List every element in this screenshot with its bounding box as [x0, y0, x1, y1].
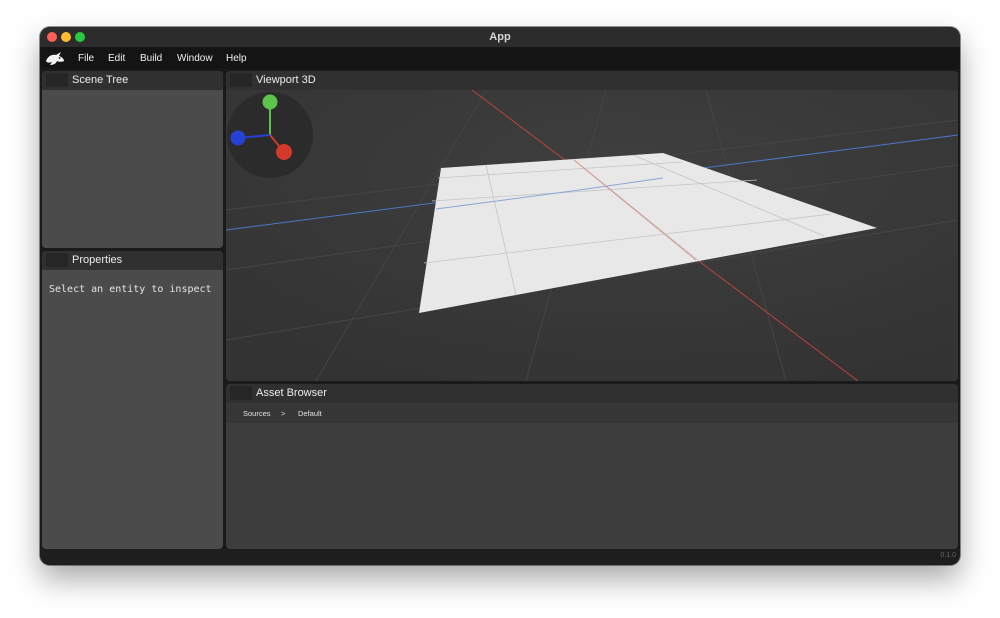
scene-tree-header[interactable]: Scene Tree	[42, 71, 223, 90]
menu-file[interactable]: File	[78, 53, 94, 64]
properties-title: Properties	[72, 254, 123, 266]
version-label: 0.1.0	[940, 552, 956, 559]
axis-gizmo-icon[interactable]	[227, 92, 313, 178]
gizmo-y-handle[interactable]	[262, 94, 278, 110]
gizmo-x-handle[interactable]	[276, 144, 292, 160]
scene-tree-title: Scene Tree	[72, 74, 129, 86]
app-logo-icon	[46, 52, 64, 65]
panel-tab-handle[interactable]	[230, 73, 252, 87]
viewport-title: Viewport 3D	[256, 74, 316, 86]
properties-panel: Properties Select an entity to inspect	[42, 251, 223, 549]
breadcrumb-separator: >	[281, 409, 286, 418]
properties-header[interactable]: Properties	[42, 251, 223, 270]
menu-edit[interactable]: Edit	[108, 53, 125, 64]
viewport-header[interactable]: Viewport 3D	[226, 71, 958, 90]
panel-tab-handle[interactable]	[230, 386, 252, 400]
properties-empty-hint: Select an entity to inspect	[49, 284, 212, 295]
panel-tab-handle[interactable]	[46, 253, 68, 267]
viewport-panel[interactable]: Viewport 3D	[226, 71, 958, 381]
asset-browser-title: Asset Browser	[256, 387, 327, 399]
menu-build[interactable]: Build	[140, 53, 162, 64]
breadcrumb-sources[interactable]: Sources	[243, 409, 271, 418]
asset-browser-panel: Asset Browser Sources > Default	[226, 384, 958, 549]
menu-window[interactable]: Window	[177, 53, 213, 64]
asset-browser-header[interactable]: Asset Browser	[226, 384, 958, 403]
gizmo-z-handle[interactable]	[230, 130, 246, 146]
menu-help[interactable]: Help	[226, 53, 247, 64]
app-window: App File Edit Build Window Help Scene Tr…	[40, 27, 960, 565]
status-bar: 0.1.0	[40, 549, 960, 565]
panel-tab-handle[interactable]	[46, 73, 68, 87]
breadcrumb: Sources > Default	[226, 403, 958, 423]
title-bar[interactable]: App	[40, 27, 960, 48]
window-title: App	[489, 31, 511, 43]
menu-bar: File Edit Build Window Help	[40, 48, 960, 69]
breadcrumb-default[interactable]: Default	[298, 409, 322, 418]
scene-tree-panel: Scene Tree	[42, 71, 223, 248]
viewport-canvas[interactable]	[226, 90, 958, 381]
